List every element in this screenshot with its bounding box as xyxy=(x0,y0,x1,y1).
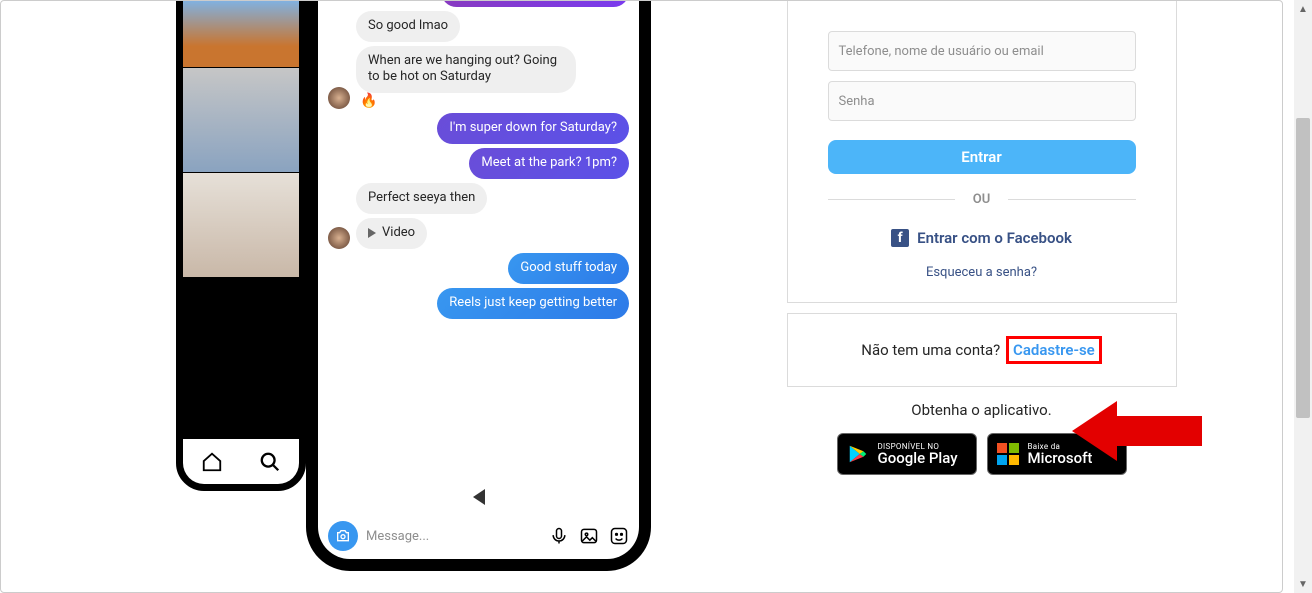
bubble-video: Video xyxy=(356,218,427,249)
facebook-icon: f xyxy=(891,229,909,247)
msg-row: Video xyxy=(328,218,629,249)
back-icon xyxy=(473,489,485,505)
or-separator: OU xyxy=(828,192,1136,207)
forgot-password-link[interactable]: Esqueceu a senha? xyxy=(926,265,1037,280)
msg-row: Good stuff today xyxy=(328,253,629,284)
username-field[interactable]: Telefone, nome de usuário ou email xyxy=(828,31,1136,71)
avatar xyxy=(328,227,350,249)
bubble-sent: Good stuff today xyxy=(508,253,629,284)
chat-scroll: lmao 12:34 PM hahahah omg My friend Sara… xyxy=(318,0,639,482)
scroll-up-icon[interactable]: ▲ xyxy=(1294,0,1312,18)
content-row: lmao 12:34 PM hahahah omg My friend Sara… xyxy=(1,1,1282,592)
feed-thumb xyxy=(183,0,299,68)
msg-row: Reels just keep getting better xyxy=(328,288,629,319)
msg-row: I'm super down for Saturday? xyxy=(328,113,629,144)
password-field[interactable]: Senha xyxy=(828,81,1136,121)
bubble-received: Perfect seeya then xyxy=(356,183,487,214)
bubble-sent: I'm super down for Saturday? xyxy=(437,113,629,144)
gp-big: Google Play xyxy=(878,451,958,466)
message-input[interactable]: Message... xyxy=(366,529,541,544)
camera-icon xyxy=(335,528,351,544)
scroll-down-icon[interactable]: ▼ xyxy=(1294,575,1312,593)
play-icon xyxy=(368,228,376,238)
signup-prompt: Não tem uma conta? xyxy=(861,341,1000,359)
username-placeholder: Telefone, nome de usuário ou email xyxy=(839,44,1044,59)
android-nav-bar xyxy=(318,482,639,512)
bubble-received: When are we hanging out? Going to be hot… xyxy=(356,46,576,94)
bubble-sent: My friend Sarah will love this xyxy=(441,0,629,7)
msg-row: My friend Sarah will love this xyxy=(328,0,629,7)
msg-row: When are we hanging out? Going to be hot… xyxy=(328,46,629,110)
annotation-arrow xyxy=(1072,391,1202,471)
scroll-thumb[interactable] xyxy=(1296,118,1310,418)
facebook-login-link[interactable]: f Entrar com o Facebook xyxy=(891,229,1072,247)
search-icon xyxy=(259,451,281,473)
avatar xyxy=(328,87,350,109)
phone-mockups: lmao 12:34 PM hahahah omg My friend Sara… xyxy=(1,1,681,592)
bubble-received: So good lmao xyxy=(356,11,460,42)
image-icon[interactable] xyxy=(579,526,599,546)
bubble-sent: Meet at the park? 1pm? xyxy=(469,148,629,179)
msg-row: Perfect seeya then xyxy=(328,183,629,214)
message-composer: Message... xyxy=(318,512,639,559)
get-app-text: Obtenha o aplicativo. xyxy=(911,401,1051,419)
page-viewport: lmao 12:34 PM hahahah omg My friend Sara… xyxy=(0,0,1283,593)
login-button[interactable]: Entrar xyxy=(828,140,1136,174)
password-placeholder: Senha xyxy=(839,94,875,109)
mic-icon[interactable] xyxy=(549,526,569,546)
phone-feed xyxy=(176,0,306,491)
scroll-track[interactable] xyxy=(1294,18,1312,575)
msg-row: So good lmao xyxy=(328,11,629,42)
feed-thumb xyxy=(183,173,299,278)
login-box: Telefone, nome de usuário ou email Senha… xyxy=(787,1,1177,303)
fire-reaction: 🔥 xyxy=(356,93,576,109)
msg-row: Meet at the park? 1pm? xyxy=(328,148,629,179)
feed-bottom-nav xyxy=(183,439,299,484)
sticker-icon[interactable] xyxy=(609,526,629,546)
scrollbar[interactable]: ▲ ▼ xyxy=(1294,0,1312,593)
google-play-icon xyxy=(846,442,870,466)
facebook-login-text: Entrar com o Facebook xyxy=(917,229,1072,247)
signup-box: Não tem uma conta? Cadastre-se xyxy=(787,313,1177,387)
login-side: Telefone, nome de usuário ou email Senha… xyxy=(681,1,1282,592)
signup-link[interactable]: Cadastre-se xyxy=(1006,336,1102,364)
feed-thumb xyxy=(183,68,299,173)
microsoft-icon xyxy=(996,442,1020,466)
home-icon xyxy=(201,451,223,473)
video-label: Video xyxy=(382,225,415,242)
phone-dm: lmao 12:34 PM hahahah omg My friend Sara… xyxy=(306,0,651,571)
or-text: OU xyxy=(955,192,1009,207)
bubble-sent: Reels just keep getting better xyxy=(437,288,629,319)
camera-button[interactable] xyxy=(328,521,358,551)
google-play-badge[interactable]: DISPONÍVEL NO Google Play xyxy=(837,433,977,475)
